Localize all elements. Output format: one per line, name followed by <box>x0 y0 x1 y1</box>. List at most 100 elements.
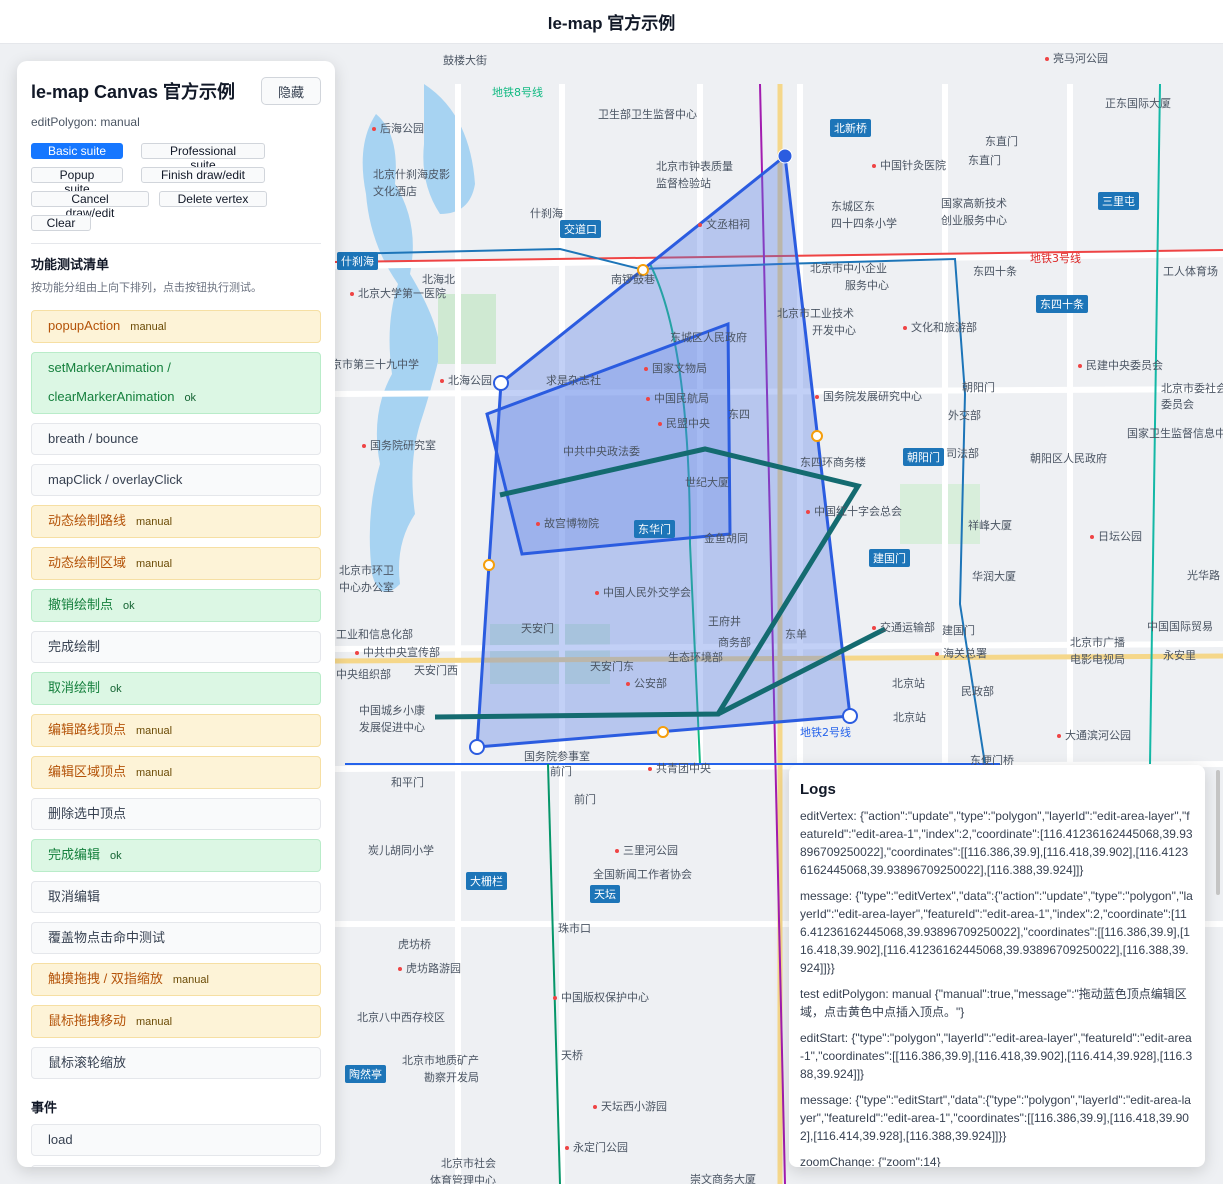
map-place-label: 四十四条小学 <box>831 217 897 230</box>
map-place-label: 监督检验站 <box>656 177 711 190</box>
basic-suite-button[interactable]: Basic suite <box>31 143 123 159</box>
checklist-item[interactable]: mapClick / overlayClick <box>31 464 321 496</box>
events-title: 事件 <box>31 1100 58 1115</box>
map-place-label: 朝阳区人民政府 <box>1030 452 1107 465</box>
hide-button[interactable]: 隐藏 <box>261 77 321 105</box>
map-place-label: 中国红十字会总会 <box>806 503 902 519</box>
map-place-label: 文化酒店 <box>373 185 417 198</box>
popup-suite-button[interactable]: Popup suite <box>31 167 123 196</box>
map-place-label: 鼓楼大街 <box>443 54 487 67</box>
map-place-label: 北京站 <box>893 711 926 724</box>
panel-subtitle: editPolygon: manual <box>31 115 140 129</box>
checklist-item[interactable]: 删除选中顶点 <box>31 798 321 830</box>
map-place-label: 北京市钟表质量 <box>656 160 733 173</box>
checklist-item[interactable]: 完成编辑 ok <box>31 839 321 872</box>
map-place-label: 司法部 <box>946 447 979 460</box>
vertex-handle[interactable] <box>842 708 858 724</box>
checklist-item[interactable]: 取消绘制 ok <box>31 672 321 705</box>
map-place-label: 虎坊路游园 <box>398 960 461 976</box>
midpoint-handle[interactable] <box>483 559 495 571</box>
map-place-label: 永定门公园 <box>565 1139 628 1155</box>
map-place-label: 东单 <box>785 628 807 641</box>
divider <box>31 243 321 244</box>
map-place-label: 祥峰大厦 <box>968 519 1012 532</box>
map-place-label: 电影电视局 <box>1070 653 1125 666</box>
status-badge: manual <box>172 974 209 986</box>
checklist-item[interactable]: 覆盖物点击命中测试 <box>31 922 321 954</box>
status-badge: manual <box>136 725 173 737</box>
checklist-item[interactable]: 鼠标拖拽移动 manual <box>31 1005 321 1038</box>
log-entry: test editPolygon: manual {"manual":true,… <box>800 987 1187 1019</box>
map-place-label: 世纪大厦 <box>685 476 729 489</box>
vertex-handle[interactable] <box>493 375 509 391</box>
map-place-label: 王府井 <box>708 615 741 628</box>
map-place-label: 天安门东 <box>590 660 634 673</box>
checklist-item[interactable]: 鼠标滚轮缩放 <box>31 1047 321 1079</box>
logs-scrollbar[interactable] <box>1216 770 1220 895</box>
map-place-label: 国务院发展研究中心 <box>815 388 922 404</box>
checklist-item-label: 取消绘制 <box>48 680 101 695</box>
map-place-label: 国务院参事室 <box>524 750 590 763</box>
map-place-label: 中国人民外交学会 <box>595 584 691 600</box>
checklist-item[interactable]: breath / bounce <box>31 423 321 455</box>
map-place-label: 日坛公园 <box>1090 528 1142 544</box>
map-place-label: 勘察开发局 <box>424 1071 479 1084</box>
checklist-item[interactable]: 动态绘制路线 manual <box>31 505 321 538</box>
map-place-label: 工业和信息化部 <box>336 628 413 641</box>
checklist-item[interactable]: 撤销绘制点 ok <box>31 589 321 622</box>
map-place-label: 金鱼胡同 <box>704 532 748 545</box>
checklist-item[interactable]: 编辑路线顶点 manual <box>31 714 321 747</box>
map-place-label: 国家文物局 <box>644 360 707 376</box>
clear-button[interactable]: Clear <box>31 215 91 231</box>
park-area <box>438 294 496 364</box>
checklist-description: 按功能分组由上向下排列，点击按钮执行测试。 <box>31 282 262 294</box>
map-place-label: 开发中心 <box>812 324 856 337</box>
midpoint-handle[interactable] <box>657 726 669 738</box>
status-badge: ok <box>110 683 122 695</box>
map-place-label: 崇文商务大厦 <box>690 1173 756 1184</box>
map-place-label: 北京站 <box>892 677 925 690</box>
map-place-label: 民盟中央 <box>658 415 710 431</box>
checklist-item-label: breath / bounce <box>48 431 139 446</box>
subway-station-label: 什刹海 <box>337 252 378 270</box>
cancel-draw-edit-button[interactable]: Cancel draw/edit <box>31 191 149 220</box>
checklist-item-label: 取消编辑 <box>48 889 101 904</box>
checklist-item[interactable]: setMarkerAnimation / clearMarkerAnimation… <box>31 352 321 414</box>
park-area <box>900 484 980 544</box>
map-place-label: 公安部 <box>626 675 667 691</box>
midpoint-handle[interactable] <box>811 430 823 442</box>
subway-station-label: 交道口 <box>560 220 601 238</box>
checklist-item-label: 撤销绘制点 <box>48 597 114 612</box>
map-place-label: 中共中央政法委 <box>563 445 640 458</box>
map-place-label: 发展促进中心 <box>359 721 425 734</box>
checklist-item[interactable]: 取消编辑 <box>31 881 321 913</box>
map-place-label: 北京市地质矿产 <box>402 1054 479 1067</box>
checklist-item[interactable]: popupAction manual <box>31 310 321 343</box>
map-place-label: 朝阳门 <box>962 381 995 394</box>
finish-draw-edit-button[interactable]: Finish draw/edit <box>141 167 265 183</box>
map-place-label: 国务院研究室 <box>362 437 436 453</box>
event-item[interactable]: message <box>31 1165 321 1167</box>
map-place-label: 建国门 <box>942 624 975 637</box>
checklist-item[interactable]: 编辑区域顶点 manual <box>31 756 321 789</box>
vertex-handle-selected[interactable] <box>777 148 793 164</box>
map-place-label: 东四环商务楼 <box>800 456 866 469</box>
map-place-label: 东城区人民政府 <box>670 331 747 344</box>
logs-title: Logs <box>800 781 836 798</box>
vertex-handle[interactable] <box>469 739 485 755</box>
map-place-label: 天桥 <box>561 1049 583 1062</box>
map-place-label: 南锣鼓巷 <box>611 273 655 286</box>
status-badge: ok <box>110 850 122 862</box>
checklist-item[interactable]: 动态绘制区域 manual <box>31 547 321 580</box>
log-entry: editVertex: {"action":"update","type":"p… <box>800 809 1193 877</box>
professional-suite-button[interactable]: Professional suite <box>141 143 265 172</box>
delete-vertex-button[interactable]: Delete vertex <box>159 191 267 207</box>
checklist-title: 功能测试清单 <box>31 257 110 272</box>
event-item[interactable]: load <box>31 1124 321 1156</box>
map-place-label: 东城区东 <box>831 200 875 213</box>
checklist-item-label: 动态绘制路线 <box>48 513 127 528</box>
map-place-label: 北京市中小企业 <box>810 262 887 275</box>
log-list: editVertex: {"action":"update","type":"p… <box>800 807 1193 1167</box>
checklist-item[interactable]: 触摸拖拽 / 双指缩放 manual <box>31 963 321 996</box>
checklist-item[interactable]: 完成绘制 <box>31 631 321 663</box>
